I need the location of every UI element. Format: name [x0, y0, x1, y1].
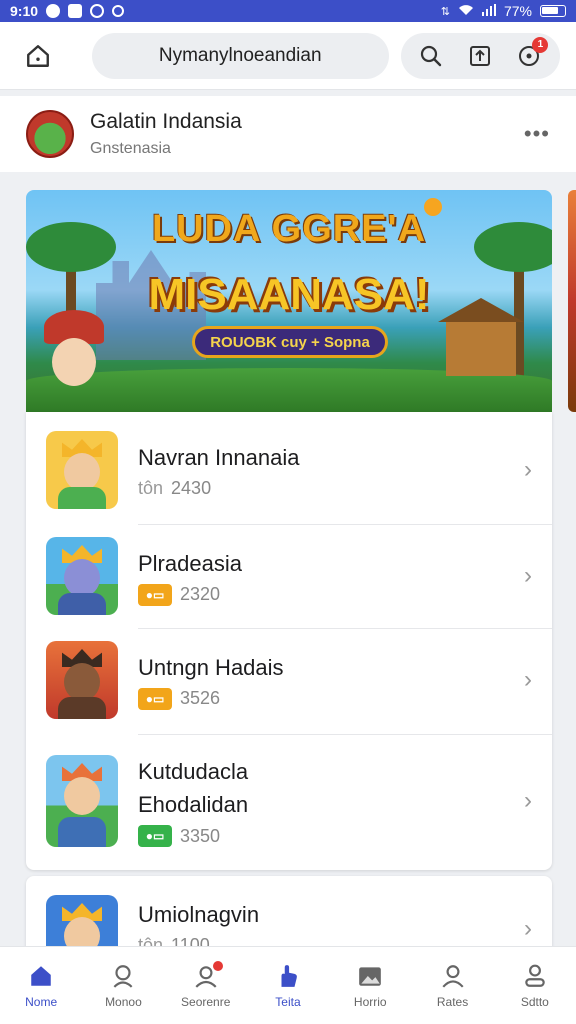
- nav-label: Monoo: [105, 994, 142, 1009]
- nav-item-teita[interactable]: Teita: [248, 963, 328, 1009]
- hut-illustration: [446, 320, 516, 376]
- notification-badge: 1: [532, 36, 549, 53]
- game-title: Untngn Hadais: [138, 654, 284, 680]
- game-title: Umiolnagvin: [138, 902, 260, 927]
- home-icon: [26, 44, 49, 67]
- game-thumbnail: [46, 755, 118, 847]
- chevron-right-icon: ›: [524, 562, 532, 589]
- game-list-card: Umiolnagvin tôn 1100 ›: [26, 876, 552, 956]
- more-options-button[interactable]: •••: [524, 121, 550, 147]
- toolbar-actions: 1: [400, 32, 560, 79]
- chevron-right-icon: ›: [524, 787, 532, 814]
- profile-subtitle: Gnstenasia: [90, 140, 171, 157]
- nav-label: Seorenre: [181, 994, 231, 1009]
- mascot-illustration: [38, 310, 108, 402]
- game-value: 3350: [180, 825, 221, 846]
- notification-icon: [46, 4, 61, 18]
- game-title: Kutdudacla: [138, 759, 249, 784]
- nav-item-monoo[interactable]: Monoo: [83, 963, 163, 1009]
- game-value: 3526: [180, 688, 221, 708]
- home-icon: [28, 963, 54, 989]
- profile-icon: [522, 963, 548, 989]
- profile-name: Galatin Indansia: [90, 110, 242, 133]
- person-icon: [110, 963, 136, 989]
- coin-icon: ●▭: [138, 825, 172, 847]
- nav-label: Sdtto: [520, 994, 549, 1009]
- address-bar[interactable]: Nymanylnoeandian: [91, 32, 389, 79]
- photo-icon: [357, 963, 383, 989]
- nav-item-sdtto[interactable]: Sdtto: [495, 963, 575, 1009]
- featured-banner[interactable]: LUDA GGRE'A MISAANASA! ROUOBK cuy + Sopn…: [26, 190, 552, 412]
- game-value: 2430: [171, 478, 212, 498]
- nav-item-seorenre[interactable]: Seorenre: [166, 960, 246, 1009]
- more-icon: •••: [523, 121, 550, 146]
- home-button[interactable]: [16, 34, 60, 78]
- nav-item-nome[interactable]: Nome: [1, 963, 81, 1009]
- game-title: Navran Innanaia: [138, 445, 300, 470]
- top-bar: Nymanylnoeandian 1: [0, 22, 576, 90]
- status-bar: 9:10 ⇅ 77%: [0, 0, 576, 22]
- battery-icon: [540, 5, 566, 17]
- banner-title-line1: LUDA GGRE'A: [151, 208, 427, 250]
- game-title-line2: Ehodalidan: [138, 792, 249, 817]
- wifi-icon: [458, 3, 474, 19]
- headset-icon: [90, 4, 105, 18]
- sync-icon: [112, 5, 125, 17]
- nav-item-rates[interactable]: Rates: [413, 963, 493, 1009]
- game-value: 2320: [180, 584, 221, 604]
- status-time: 9:10: [10, 3, 39, 19]
- game-list-card: Navran Innanaia tôn 2430 › Plradeasia ●▭…: [26, 412, 552, 870]
- game-thumbnail: [46, 537, 118, 615]
- profile-header: Galatin Indansia Gnstenasia •••: [0, 96, 576, 172]
- banner-ribbon: ROUOBK cuy + Sopna: [192, 326, 388, 358]
- nav-label: Nome: [25, 994, 58, 1009]
- coin-icon: ●▭: [138, 687, 172, 710]
- chevron-right-icon: ›: [524, 456, 532, 483]
- search-button[interactable]: [414, 39, 448, 73]
- hand-icon: [275, 963, 301, 989]
- game-thumbnail: [46, 641, 118, 719]
- address-text: Nymanylnoeandian: [158, 44, 322, 66]
- list-item[interactable]: Kutdudacla Ehodalidan ●▭ 3350 ›: [26, 742, 552, 860]
- list-item[interactable]: Navran Innanaia tôn 2430 ›: [26, 422, 552, 518]
- nav-badge-dot: [212, 960, 223, 971]
- image-icon: [68, 4, 83, 18]
- next-banner-peek[interactable]: [568, 190, 576, 412]
- share-icon: [470, 45, 491, 66]
- battery-percent: 77%: [503, 3, 532, 19]
- chevron-right-icon: ›: [524, 915, 532, 942]
- signal-icon: [481, 3, 496, 19]
- chevron-right-icon: ›: [524, 666, 532, 693]
- network-icon: ⇅: [440, 5, 450, 18]
- user-icon: [440, 963, 466, 989]
- people-icon: [193, 960, 223, 989]
- banner-title-line2: MISAANASA!: [148, 270, 430, 319]
- game-tag: tôn: [138, 478, 164, 498]
- notifications-button[interactable]: 1: [512, 36, 549, 73]
- game-title: Plradeasia: [138, 550, 242, 576]
- coin-icon: ●▭: [138, 583, 172, 606]
- share-button[interactable]: [463, 39, 497, 73]
- list-item[interactable]: Untngn Hadais ●▭ 3526 ›: [26, 632, 552, 728]
- search-icon: [421, 45, 442, 66]
- nav-label: Rates: [436, 994, 469, 1009]
- avatar[interactable]: [26, 110, 74, 158]
- nav-label: Horrio: [353, 994, 387, 1009]
- bottom-navigation: Nome Monoo Seorenre Teita Horrio Rates S…: [0, 946, 576, 1024]
- game-thumbnail: [46, 431, 118, 509]
- nav-item-horrio[interactable]: Horrio: [330, 963, 410, 1009]
- list-item[interactable]: Plradeasia ●▭ 2320 ›: [26, 528, 552, 624]
- nav-label: Teita: [275, 994, 301, 1009]
